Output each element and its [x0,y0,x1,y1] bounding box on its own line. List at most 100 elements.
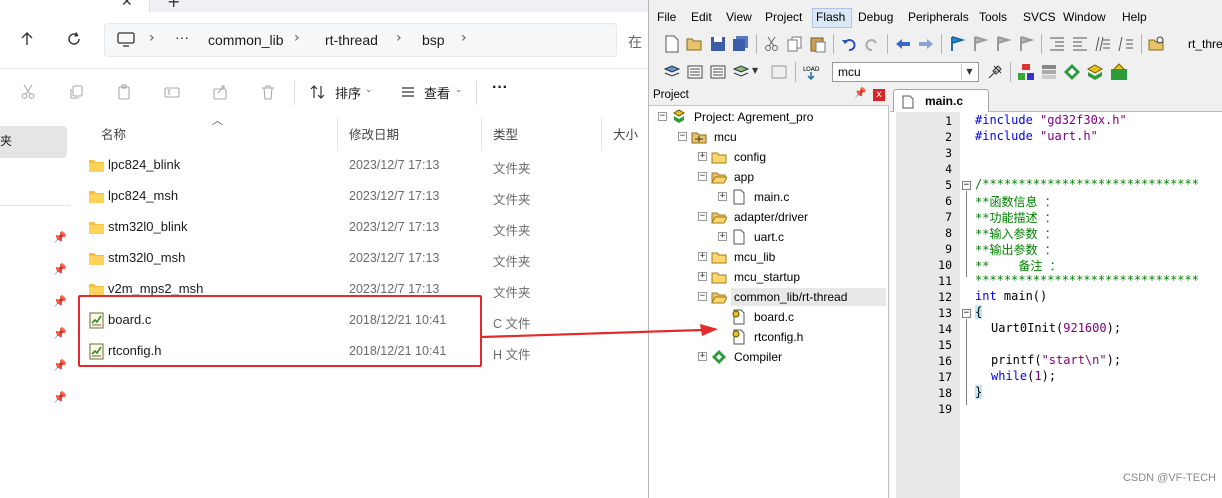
table-row[interactable]: stm32l0_msh 2023/12/7 17:13 文件夹 [70,243,648,274]
table-row[interactable]: lpc824_msh 2023/12/7 17:13 文件夹 [70,181,648,212]
manage-rte-icon[interactable] [1110,63,1128,81]
bookmark-icon[interactable] [948,35,966,53]
menu-peripherals[interactable]: Peripherals [908,10,969,24]
breadcrumb-rt-thread[interactable]: rt-thread [325,32,378,48]
load-download-icon[interactable]: LOAD [802,63,820,81]
breadcrumb-common-lib[interactable]: common_lib [208,32,283,48]
menu-view[interactable]: View [726,10,752,24]
menu-svcs[interactable]: SVCS [1023,10,1056,24]
address-bar[interactable]: › ··· common_lib › rt-thread › bsp › [104,23,617,57]
expand-icon[interactable]: + [698,252,707,261]
copy-icon[interactable] [786,35,804,53]
nav-item-selected[interactable]: 夹 [0,126,67,158]
tree-item-component[interactable]: + Compiler [649,348,889,366]
file-extensions-icon[interactable] [1040,63,1058,81]
code-line[interactable]: } [975,385,983,399]
pack-installer-icon[interactable] [1063,63,1081,81]
menu-debug[interactable]: Debug [858,10,893,24]
up-arrow-icon[interactable] [16,28,38,50]
batch-build-icon[interactable] [732,63,750,81]
menu-flash[interactable]: Flash [816,10,845,24]
code-line[interactable]: **输入参数 ： [975,225,1057,242]
tree-item-target[interactable]: − mcu [649,128,889,146]
nav-forward-icon[interactable] [917,35,935,53]
tree-item-file[interactable]: + uart.c [649,228,889,246]
expand-icon[interactable]: + [718,192,727,201]
copy-icon[interactable] [65,81,87,103]
delete-icon[interactable] [257,81,279,103]
menu-tools[interactable]: Tools [979,10,1007,24]
menu-project[interactable]: Project [765,10,802,24]
cut-icon[interactable] [17,81,39,103]
chevron-down-icon[interactable]: ▼ [961,64,977,80]
find-in-files-icon[interactable] [1148,35,1166,53]
build-icon[interactable] [686,63,704,81]
collapse-icon[interactable]: − [698,292,707,301]
code-line[interactable]: #include "uart.h" [975,129,1098,143]
collapse-icon[interactable]: − [678,132,687,141]
column-header-name[interactable]: 名称 [101,124,126,143]
code-line[interactable]: int main() [975,289,1047,303]
manage-components-icon[interactable] [1017,63,1035,81]
tree-item-group[interactable]: + config [649,148,889,166]
new-file-icon[interactable] [663,35,681,53]
paste-icon[interactable] [809,35,827,53]
view-button[interactable]: 查看 [424,83,450,102]
code-line[interactable]: #include "gd32f30x.h" [975,113,1127,127]
menu-help[interactable]: Help [1122,10,1147,24]
breadcrumb-bsp[interactable]: bsp [422,32,445,48]
code-line[interactable]: **函数信息 ： [975,193,1057,210]
tree-item-group[interactable]: + mcu_startup [649,268,889,286]
rebuild-icon[interactable] [709,63,727,81]
save-all-icon[interactable] [732,35,750,53]
clear-bookmarks-icon[interactable] [1017,35,1035,53]
code-line[interactable]: printf("start\n"); [991,353,1121,367]
translate-icon[interactable] [663,63,681,81]
code-line[interactable]: ******************************* [975,273,1199,287]
prev-bookmark-icon[interactable] [971,35,989,53]
toolbar-find-combo[interactable]: rt_thre [1188,37,1222,51]
menu-edit[interactable]: Edit [691,10,712,24]
target-options-icon[interactable] [986,63,1004,81]
tree-item-group-selected[interactable]: − common_lib/rt-thread [649,288,889,306]
next-bookmark-icon[interactable] [994,35,1012,53]
column-header-size[interactable]: 大小 [613,124,638,143]
table-row[interactable]: stm32l0_blink 2023/12/7 17:13 文件夹 [70,212,648,243]
comment-icon[interactable] [1094,35,1112,53]
tree-item-group[interactable]: + mcu_lib [649,248,889,266]
paste-icon[interactable] [113,81,135,103]
tree-item-group[interactable]: − adapter/driver [649,208,889,226]
column-header-type[interactable]: 类型 [493,124,518,143]
expand-icon[interactable]: + [698,352,707,361]
target-select[interactable]: mcu ▼ [832,62,979,82]
collapse-icon[interactable]: − [658,112,667,121]
collapse-icon[interactable]: − [698,172,707,181]
cut-icon[interactable] [763,35,781,53]
open-folder-icon[interactable] [686,35,704,53]
undo-icon[interactable] [840,35,858,53]
tab-close-icon[interactable]: ✕ [121,0,133,10]
editor-tab-main-c[interactable]: main.c [893,89,989,112]
breadcrumb-overflow[interactable]: ··· [175,29,189,45]
tree-item-project[interactable]: − Project: Agrement_pro [649,108,889,126]
code-line[interactable]: ** 备注 ： [975,257,1062,274]
code-line[interactable]: { [975,305,983,319]
expand-icon[interactable]: + [718,232,727,241]
explorer-tab[interactable]: ✕ [0,0,150,12]
pin-icon[interactable]: 📌 [854,88,866,99]
chevron-down-icon[interactable]: ▼ [752,66,758,75]
code-line[interactable]: Uart0Init(921600); [991,321,1121,335]
menu-window[interactable]: Window [1063,10,1106,24]
expand-icon[interactable]: + [698,272,707,281]
unindent-icon[interactable] [1071,35,1089,53]
rename-icon[interactable] [161,81,183,103]
tree-item-group[interactable]: − app [649,168,889,186]
select-packs-icon[interactable] [1086,63,1104,81]
fold-collapse-icon[interactable]: − [962,309,971,318]
fold-collapse-icon[interactable]: − [962,181,971,190]
sort-button[interactable]: 排序 [335,83,361,102]
nav-back-icon[interactable] [894,35,912,53]
code-line[interactable]: **功能描述 ： [975,209,1057,226]
code-line[interactable]: while(1); [991,369,1056,383]
stop-build-icon[interactable] [770,63,788,81]
